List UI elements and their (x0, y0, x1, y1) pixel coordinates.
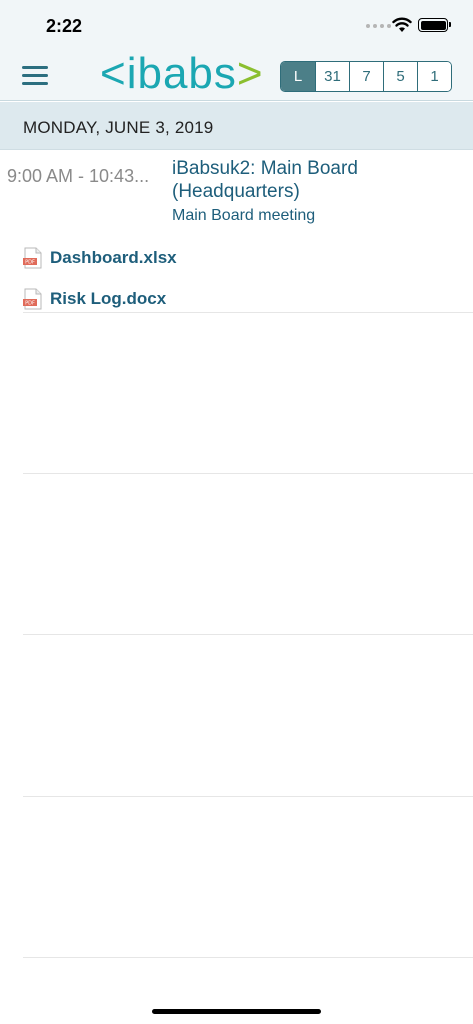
logo-text: ibabs (126, 49, 237, 98)
cellular-signal-icon (366, 24, 391, 28)
logo-left-bracket: < (100, 49, 127, 98)
view-week-button[interactable]: 7 (349, 62, 383, 91)
date-section-header: MONDAY, JUNE 3, 2019 (0, 102, 473, 150)
battery-icon (418, 18, 451, 32)
pdf-file-icon: PDF (23, 288, 42, 310)
view-workweek-button[interactable]: 5 (383, 62, 417, 91)
calendar-view-segmented-control: L 31 7 5 1 (280, 61, 452, 92)
document-item[interactable]: PDF Risk Log.docx (23, 287, 166, 311)
logo-right-bracket: > (236, 49, 264, 98)
date-header-label: MONDAY, JUNE 3, 2019 (23, 118, 214, 137)
event-subtitle: Main Board meeting (172, 207, 316, 224)
row-divider (23, 957, 473, 958)
document-name[interactable]: Dashboard.xlsx (50, 248, 177, 268)
nav-bar: <ibabs> L 31 7 5 1 (0, 49, 473, 101)
wifi-icon (392, 17, 412, 32)
event-time: 9:00 AM - 10:43... (7, 166, 150, 186)
row-divider (23, 473, 473, 474)
event-title[interactable]: iBabsuk2: Main Board (Headquarters) (172, 157, 462, 203)
hamburger-menu-icon[interactable] (22, 66, 48, 86)
pdf-file-icon: PDF (23, 247, 42, 269)
view-list-button[interactable]: L (281, 62, 315, 91)
view-day-button[interactable]: 1 (417, 62, 451, 91)
view-month-button[interactable]: 31 (315, 62, 349, 91)
document-item[interactable]: PDF Dashboard.xlsx (23, 246, 177, 270)
svg-text:PDF: PDF (25, 260, 35, 266)
home-indicator[interactable] (152, 1009, 321, 1014)
row-divider (23, 796, 473, 797)
svg-text:PDF: PDF (25, 301, 35, 307)
status-time: 2:22 (46, 16, 83, 36)
status-bar: 2:22 (0, 0, 473, 52)
meeting-event[interactable]: 9:00 AM - 10:43... iBabsuk2: Main Board … (0, 150, 473, 235)
row-divider (23, 634, 473, 635)
row-divider (23, 312, 473, 313)
document-name[interactable]: Risk Log.docx (50, 289, 166, 309)
ibabs-logo: <ibabs> (100, 48, 264, 100)
